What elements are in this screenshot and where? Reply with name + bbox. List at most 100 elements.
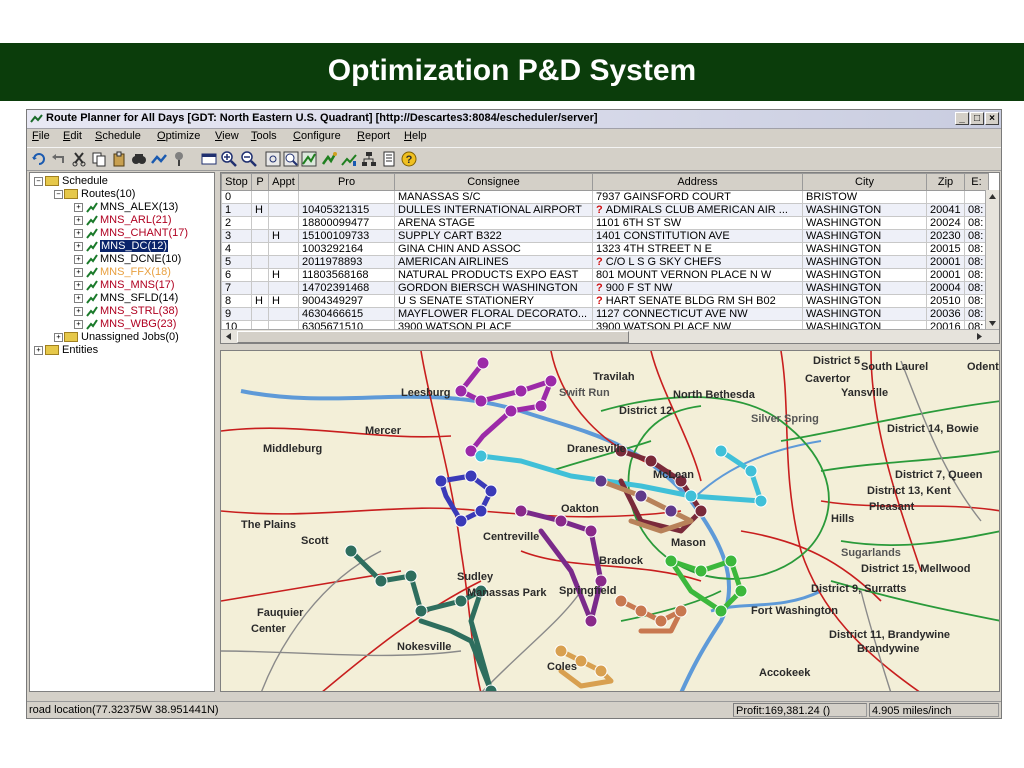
report-icon[interactable] bbox=[381, 151, 397, 167]
expand-icon[interactable]: + bbox=[74, 320, 83, 329]
stop-marker[interactable] bbox=[454, 594, 468, 608]
menu-view[interactable]: View bbox=[215, 130, 239, 142]
menu-report[interactable]: Report bbox=[357, 130, 390, 142]
zoom-in-icon[interactable] bbox=[221, 151, 237, 167]
window-icon[interactable] bbox=[201, 151, 217, 167]
table-row[interactable]: 5 2011978893 AMERICAN AIRLINES? C/O L S G … bbox=[221, 255, 989, 269]
stop-marker[interactable] bbox=[484, 684, 498, 692]
copy-icon[interactable] bbox=[91, 151, 107, 167]
stop-marker[interactable] bbox=[634, 604, 648, 618]
stop-marker[interactable] bbox=[434, 474, 448, 488]
tree-node-unassigned[interactable]: + Unassigned Jobs(0) bbox=[32, 331, 212, 344]
col-appt[interactable]: Appt bbox=[268, 173, 299, 191]
scroll-up-icon[interactable] bbox=[987, 191, 998, 202]
tree-node-schedule[interactable]: − Schedule bbox=[32, 175, 212, 188]
table-row[interactable]: 7 14702391468 GORDON BIERSCH WASHINGTON? 9… bbox=[221, 281, 989, 295]
expand-icon[interactable]: + bbox=[74, 281, 83, 290]
expand-icon[interactable]: + bbox=[74, 216, 83, 225]
zoom-out-icon[interactable] bbox=[241, 151, 257, 167]
col-stop[interactable]: Stop bbox=[221, 173, 252, 191]
stop-marker[interactable] bbox=[414, 604, 428, 618]
stop-marker[interactable] bbox=[554, 644, 568, 658]
find-icon[interactable] bbox=[131, 151, 147, 167]
tree-route-item[interactable]: + MNS_DC(12) bbox=[32, 240, 212, 253]
table-row[interactable]: 0 MANASSAS S/C 7937 GAINSFORD COURT BRISTOW bbox=[221, 190, 989, 204]
zoom-window-icon[interactable] bbox=[283, 151, 299, 167]
tree-node-routes[interactable]: − Routes(10) bbox=[32, 188, 212, 201]
menu-edit[interactable]: Edit bbox=[63, 130, 82, 142]
stop-marker[interactable] bbox=[654, 614, 668, 628]
maximize-button[interactable]: □ bbox=[970, 112, 984, 125]
scroll-down-icon[interactable] bbox=[987, 318, 998, 329]
stop-marker[interactable] bbox=[714, 604, 728, 618]
stop-marker[interactable] bbox=[754, 494, 768, 508]
stop-marker[interactable] bbox=[544, 374, 558, 388]
stop-marker[interactable] bbox=[474, 504, 488, 518]
stop-marker[interactable] bbox=[554, 514, 568, 528]
tree-route-item[interactable]: + MNS_ARL(21) bbox=[32, 214, 212, 227]
stop-marker[interactable] bbox=[484, 484, 498, 498]
stop-marker[interactable] bbox=[744, 464, 758, 478]
refresh-icon[interactable] bbox=[31, 151, 47, 167]
stop-marker[interactable] bbox=[694, 504, 708, 518]
stop-marker[interactable] bbox=[734, 584, 748, 598]
stop-marker[interactable] bbox=[614, 594, 628, 608]
menu-configure[interactable]: Configure bbox=[293, 130, 341, 142]
hierarchy-icon[interactable] bbox=[361, 151, 377, 167]
stop-marker[interactable] bbox=[514, 384, 528, 398]
tree-node-entities[interactable]: + Entities bbox=[32, 344, 212, 357]
expand-icon[interactable]: + bbox=[74, 255, 83, 264]
table-row[interactable]: 9 4630466615 MAYFLOWER FLORAL DECORATO... 1… bbox=[221, 307, 989, 321]
col-pro[interactable]: Pro bbox=[298, 173, 395, 191]
scroll-right-icon[interactable] bbox=[974, 331, 985, 342]
undo-icon[interactable] bbox=[51, 151, 67, 167]
auto-route-icon[interactable] bbox=[321, 151, 337, 167]
expand-icon[interactable]: + bbox=[74, 294, 83, 303]
help-icon[interactable]: ? bbox=[401, 151, 417, 167]
stop-marker[interactable] bbox=[464, 469, 478, 483]
table-row[interactable]: 4 1003292164 GINA CHIN AND ASSOC 1323 4TH S… bbox=[221, 242, 989, 256]
stop-marker[interactable] bbox=[454, 514, 468, 528]
expand-icon[interactable]: + bbox=[74, 307, 83, 316]
expand-icon[interactable]: + bbox=[74, 268, 83, 277]
table-row[interactable]: 8 H H 9004349297 U S SENATE STATIONERY? HART… bbox=[221, 294, 989, 308]
stop-marker[interactable] bbox=[594, 474, 608, 488]
col-zip[interactable]: Zip bbox=[926, 173, 965, 191]
cut-icon[interactable] bbox=[71, 151, 87, 167]
col-e[interactable]: E: bbox=[964, 173, 989, 191]
stop-marker[interactable] bbox=[664, 554, 678, 568]
table-row[interactable]: 2 18800099477 ARENA STAGE 1101 6TH ST SW WAS… bbox=[221, 216, 989, 230]
col-address[interactable]: Address bbox=[592, 173, 803, 191]
route-map[interactable]: Leesburg Travilah North Bethesda Caverto… bbox=[220, 350, 1000, 692]
stop-marker[interactable] bbox=[594, 664, 608, 678]
stop-marker[interactable] bbox=[476, 356, 490, 370]
tree-route-item[interactable]: + MNS_SFLD(14) bbox=[32, 292, 212, 305]
stop-marker[interactable] bbox=[474, 394, 488, 408]
minimize-button[interactable]: _ bbox=[955, 112, 969, 125]
stop-marker[interactable] bbox=[534, 399, 548, 413]
tree-route-item[interactable]: + MNS_WBG(23) bbox=[32, 318, 212, 331]
stop-marker[interactable] bbox=[634, 489, 648, 503]
stop-marker[interactable] bbox=[454, 384, 468, 398]
table-row[interactable]: 3 H 15100109733 SUPPLY CART B322 1401 CONSTI… bbox=[221, 229, 989, 243]
expand-icon[interactable]: + bbox=[74, 203, 83, 212]
col-consignee[interactable]: Consignee bbox=[394, 173, 593, 191]
chart-icon[interactable] bbox=[341, 151, 357, 167]
pin-icon[interactable] bbox=[171, 151, 187, 167]
menu-file[interactable]: File bbox=[32, 130, 50, 142]
menu-help[interactable]: Help bbox=[404, 130, 427, 142]
optimize-icon[interactable] bbox=[301, 151, 317, 167]
expand-icon[interactable]: + bbox=[54, 333, 63, 342]
tree-route-item[interactable]: + MNS_STRL(38) bbox=[32, 305, 212, 318]
menu-tools[interactable]: Tools bbox=[251, 130, 277, 142]
stop-marker[interactable] bbox=[474, 449, 488, 463]
tree-route-item[interactable]: + MNS_MNS(17) bbox=[32, 279, 212, 292]
stop-marker[interactable] bbox=[584, 524, 598, 538]
stop-marker[interactable] bbox=[684, 489, 698, 503]
scroll-thumb[interactable] bbox=[237, 331, 629, 343]
tree-route-item[interactable]: + MNS_CHANT(17) bbox=[32, 227, 212, 240]
collapse-icon[interactable]: − bbox=[34, 177, 43, 186]
vertical-scrollbar[interactable] bbox=[985, 190, 999, 330]
table-row[interactable]: 1 H 10405321315 DULLES INTERNATIONAL AIRPOR… bbox=[221, 203, 989, 217]
expand-icon[interactable]: + bbox=[74, 242, 83, 251]
